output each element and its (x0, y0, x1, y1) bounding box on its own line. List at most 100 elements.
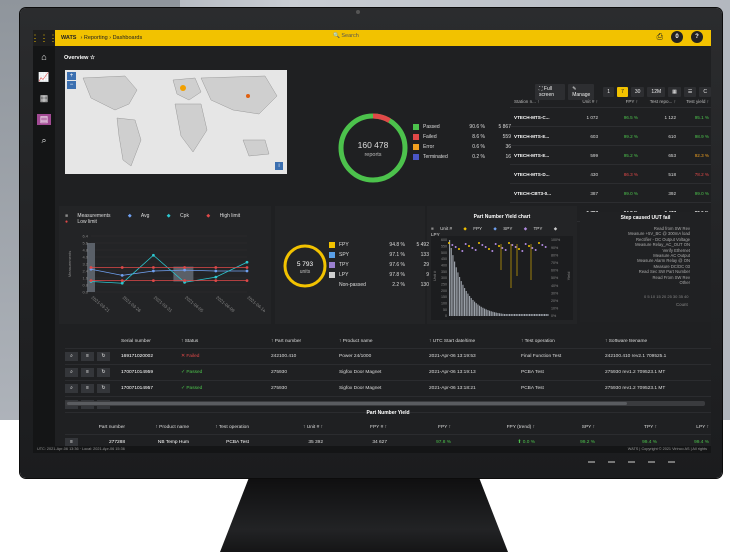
col-units[interactable]: Unit # ↑ (562, 99, 598, 104)
col-yt-fpyn[interactable]: FPY # ↑ (323, 425, 387, 430)
y-tick-label: 450 (441, 257, 447, 261)
col-yt-lpy[interactable]: LPY ↑ (657, 425, 709, 430)
unit-bar (505, 314, 507, 316)
legend-count: 5 492 (416, 242, 429, 248)
refresh-icon[interactable]: ↻ (97, 384, 110, 393)
table-row[interactable]: VTECH-MTS-C... 1 072 96.5 % 1 122 95.1 % (510, 108, 711, 127)
notification-badge[interactable]: 0 (671, 31, 683, 43)
col-yt-tpy[interactable]: TPY ↑ (595, 425, 657, 430)
table-row[interactable]: ⌕ ≡ ↻ 170071014957 ✓ Passed 275930 Sigfox Door… (65, 381, 711, 397)
yield-point (501, 247, 504, 249)
legend-spy[interactable]: ◆ SPY (493, 226, 517, 231)
table-row[interactable]: ⌕ ≡ ↻ 170071014959 ✓ Passed 275930 Sigfox Door… (65, 365, 711, 381)
legend-low-limit[interactable]: ● Low limit (65, 219, 105, 225)
refresh-icon[interactable]: ↻ (97, 368, 110, 377)
footer: UTC: 2021-Apr-06 13:36 · Local: 2021-Apr… (33, 446, 711, 453)
station-name: VTECH-MTS-C... (514, 114, 550, 120)
search-icon[interactable]: ⌕ (65, 352, 78, 361)
unit-bar (495, 312, 497, 316)
table-row[interactable]: VTECH-MTS-E... 599 95.2 % 653 92.3 % (510, 146, 711, 165)
legend-avg[interactable]: ◆ Avg (128, 213, 158, 219)
home-icon[interactable]: ⌂ (41, 52, 46, 62)
col-yt-op[interactable]: ↑ Test operation (193, 425, 253, 430)
unit-bar (482, 307, 484, 316)
col-yt-fpy[interactable]: FPY ↑ (387, 425, 451, 430)
station-name: VTECH-CBT3-0... (514, 190, 552, 196)
units-legend-row[interactable]: LPY 97.8 % 9 (329, 270, 433, 280)
table-row[interactable]: VTECH-CBT3-0... 387 99.0 % 392 99.0 % (510, 184, 711, 203)
units-legend-row[interactable]: FPY 94.8 % 5 492 (329, 240, 433, 250)
serial-number[interactable]: 170071014957 (121, 386, 181, 391)
col-start[interactable]: ↑ UTC Start date/time (429, 339, 521, 344)
horizontal-scrollbar[interactable] (65, 401, 705, 406)
serial-number[interactable]: 170071014959 (121, 370, 181, 375)
help-icon[interactable]: ? (691, 31, 703, 43)
col-reports[interactable]: Test repo... ↑ (638, 99, 676, 104)
col-operation[interactable]: ↑ Test operation (521, 339, 605, 344)
brand[interactable]: WATS (61, 35, 76, 41)
station-units: 387 (590, 190, 598, 196)
chart-icon[interactable]: 📈 (38, 72, 49, 83)
reports-donut: 160 478 reports (338, 113, 408, 183)
unit-bar (455, 267, 457, 316)
map-zoom: + − (67, 72, 76, 90)
legend-cpk[interactable]: ◆ Cpk (167, 213, 197, 219)
col-fpy[interactable]: FPY ↑ (598, 99, 638, 104)
dashboard-icon[interactable]: ▦ (40, 93, 49, 104)
units-legend-row[interactable]: TPY 97.6 % 29 (329, 260, 433, 270)
col-software[interactable]: ↑ Software filename (605, 339, 705, 344)
col-station[interactable]: Station n... ↑ (510, 99, 562, 104)
unit-bar (515, 314, 517, 316)
serial-number[interactable]: 169171020002 (121, 354, 181, 359)
unit-bar (537, 314, 539, 316)
legend-fpy[interactable]: ◆ FPY (463, 226, 487, 231)
search-icon[interactable]: ⌕ (65, 384, 78, 393)
calendar-icon[interactable]: ▤ (36, 114, 52, 125)
zoom-in-button[interactable]: + (67, 72, 76, 80)
y2-tick-label: 100% (551, 238, 561, 242)
y-tick-label: 6.4 (82, 234, 88, 239)
units-legend-row[interactable]: Non-passed 2.2 % 130 (329, 280, 433, 290)
col-yt-product[interactable]: ↑ Product name (131, 425, 193, 430)
table-row[interactable]: ⌕ ≡ ↻ 169171020002 ✕ Failed 242100.410 Power 2… (65, 349, 711, 365)
list-icon[interactable]: ≡ (81, 352, 94, 361)
col-yt-units[interactable]: ↑ Unit # ↑ (253, 425, 323, 430)
list-icon[interactable]: ≡ (81, 384, 94, 393)
apps-grid-icon[interactable]: ⋮⋮⋮ (33, 30, 58, 46)
search-icon[interactable]: ⌕ (65, 368, 78, 377)
legend-tpy[interactable]: ◆ TPY (524, 226, 548, 231)
data-point (152, 279, 155, 283)
step-fail-panel: Step caused UUT fail Read from SW Rev Mea… (580, 212, 711, 322)
search-icon[interactable]: ⌕ (41, 135, 46, 146)
col-yield[interactable]: Test yield ↑ (676, 99, 709, 104)
table-row[interactable]: VTECH-MTS-E... 603 99.2 % 610 98.9 % (510, 127, 711, 146)
breadcrumb[interactable]: › Reporting › Dashboards (80, 35, 142, 41)
unit-bar (527, 314, 529, 316)
refresh-icon[interactable]: ↻ (97, 352, 110, 361)
zoom-out-button[interactable]: − (67, 81, 76, 89)
col-product[interactable]: ↑ Product name (339, 339, 429, 344)
unit-bar (512, 314, 514, 316)
search-input[interactable]: 🔍 Search (333, 33, 359, 39)
legend-unit[interactable]: ■ Unit # (431, 226, 457, 231)
scrollbar-thumb[interactable] (67, 402, 627, 405)
map-info-icon[interactable]: i (275, 162, 283, 170)
col-part[interactable]: ↑ Part number (271, 339, 339, 344)
table-row[interactable]: VTECH-MTS-D... 430 86.3 % 518 78.2 % (510, 165, 711, 184)
y-tick-label: 300 (441, 276, 447, 280)
printer-icon[interactable]: ⎙ (657, 32, 663, 42)
legend-count: 559 (502, 134, 511, 140)
col-yt-spy[interactable]: SPY ↑ (535, 425, 595, 430)
product-name: Power 24/1000 (339, 354, 372, 359)
list-icon[interactable]: ≡ (81, 368, 94, 377)
legend-high-limit[interactable]: ◆ High limit (206, 213, 248, 219)
col-serial[interactable]: Serial number (121, 339, 181, 344)
col-yt-trend[interactable]: FPY (trend) ↑ (451, 425, 535, 430)
unit-bar (525, 314, 527, 316)
unit-bar (542, 314, 544, 316)
world-map[interactable]: + − i (65, 70, 287, 174)
step-fail-axis: Count (676, 302, 688, 307)
col-status[interactable]: ↑ Status (181, 339, 271, 344)
units-legend-row[interactable]: SPY 97.1 % 133 (329, 250, 433, 260)
col-yt-part[interactable]: Part number (85, 425, 131, 430)
